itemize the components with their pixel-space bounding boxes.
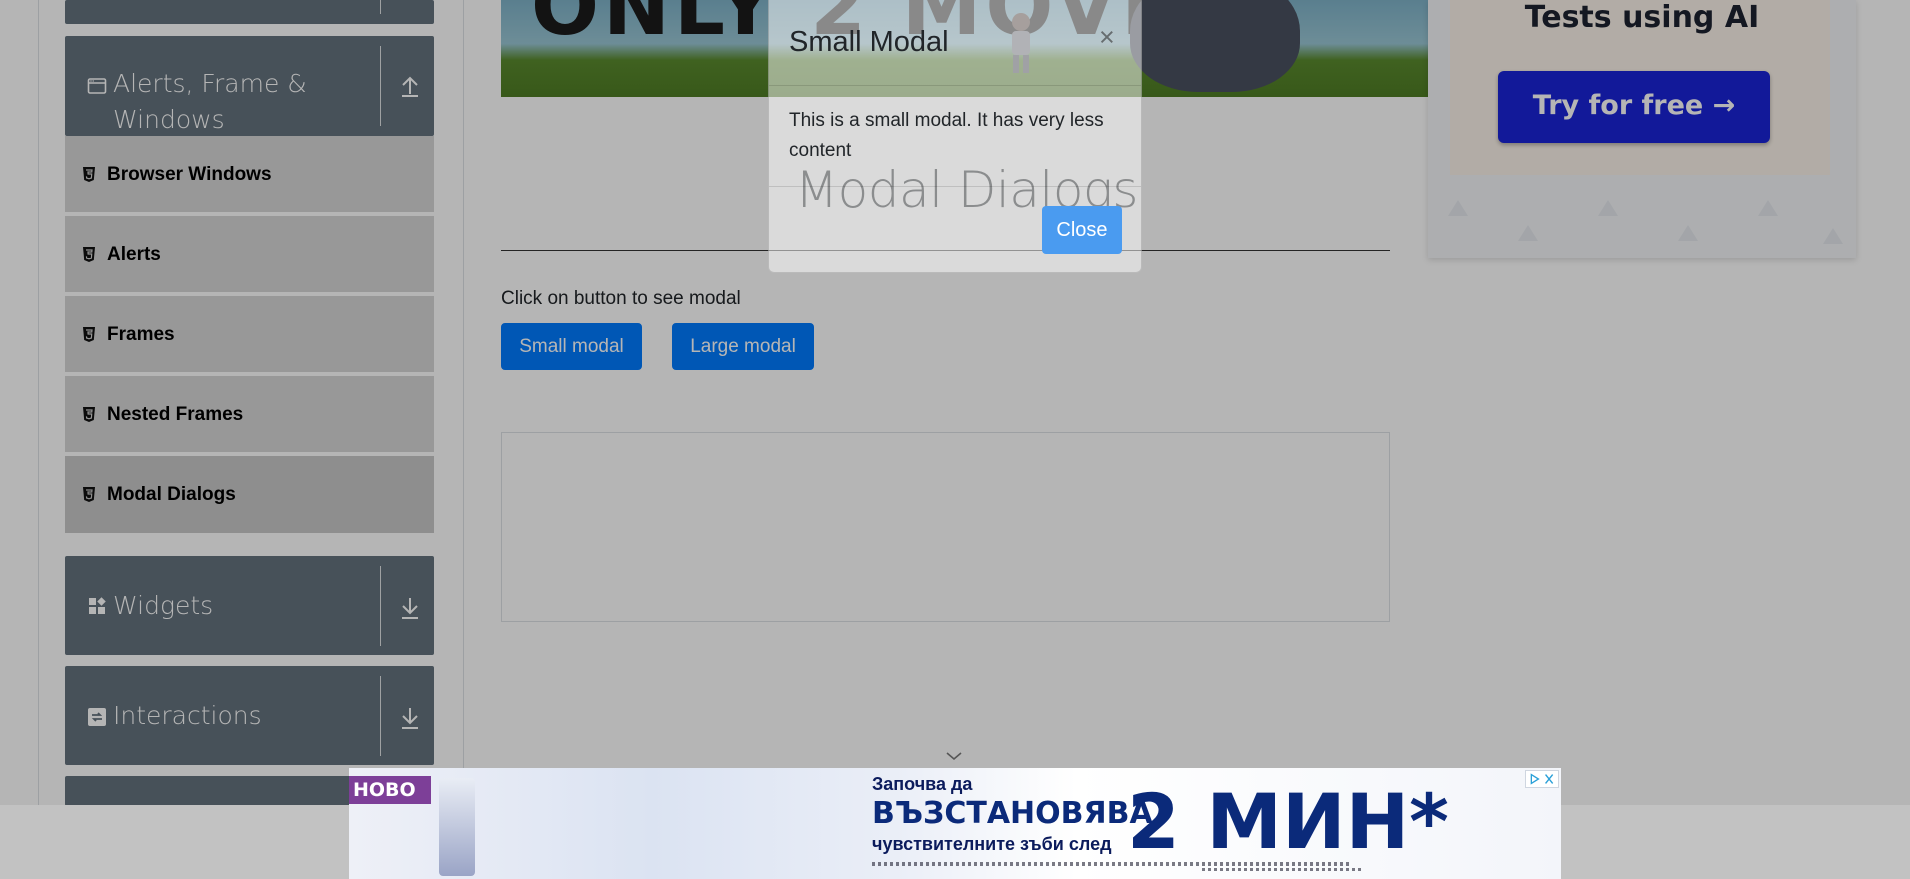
- ad-close-icon[interactable]: [1525, 770, 1559, 788]
- ad-headline: 2 МИН*: [1127, 777, 1449, 866]
- ad-fine-print: [1202, 868, 1362, 871]
- modal-title: Small Modal: [789, 26, 949, 58]
- bottom-backdrop-tint: [0, 768, 349, 879]
- ad-fine-print: [872, 862, 1352, 866]
- small-modal: Small Modal × This is a small modal. It …: [768, 0, 1142, 273]
- ad-line-2: ВЪЗСТАНОВЯВА: [872, 796, 1153, 831]
- chevron-down-icon[interactable]: [944, 748, 964, 764]
- ad-badge: НОВО: [349, 776, 431, 804]
- modal-footer-divider: [769, 186, 1141, 187]
- close-icon[interactable]: ×: [1099, 22, 1115, 52]
- ad-line-3: чувствителните зъби след: [872, 834, 1112, 854]
- ad-line-1: Започва да: [872, 774, 973, 794]
- modal-header: Small Modal ×: [769, 0, 1141, 86]
- modal-body-text: This is a small modal. It has very less …: [789, 110, 1104, 161]
- toothpaste-product-image: [439, 778, 475, 876]
- modal-close-button[interactable]: Close: [1042, 206, 1122, 254]
- bottom-banner-ad[interactable]: НОВО Започва да ВЪЗСТАНОВЯВА чувствителн…: [349, 768, 1561, 879]
